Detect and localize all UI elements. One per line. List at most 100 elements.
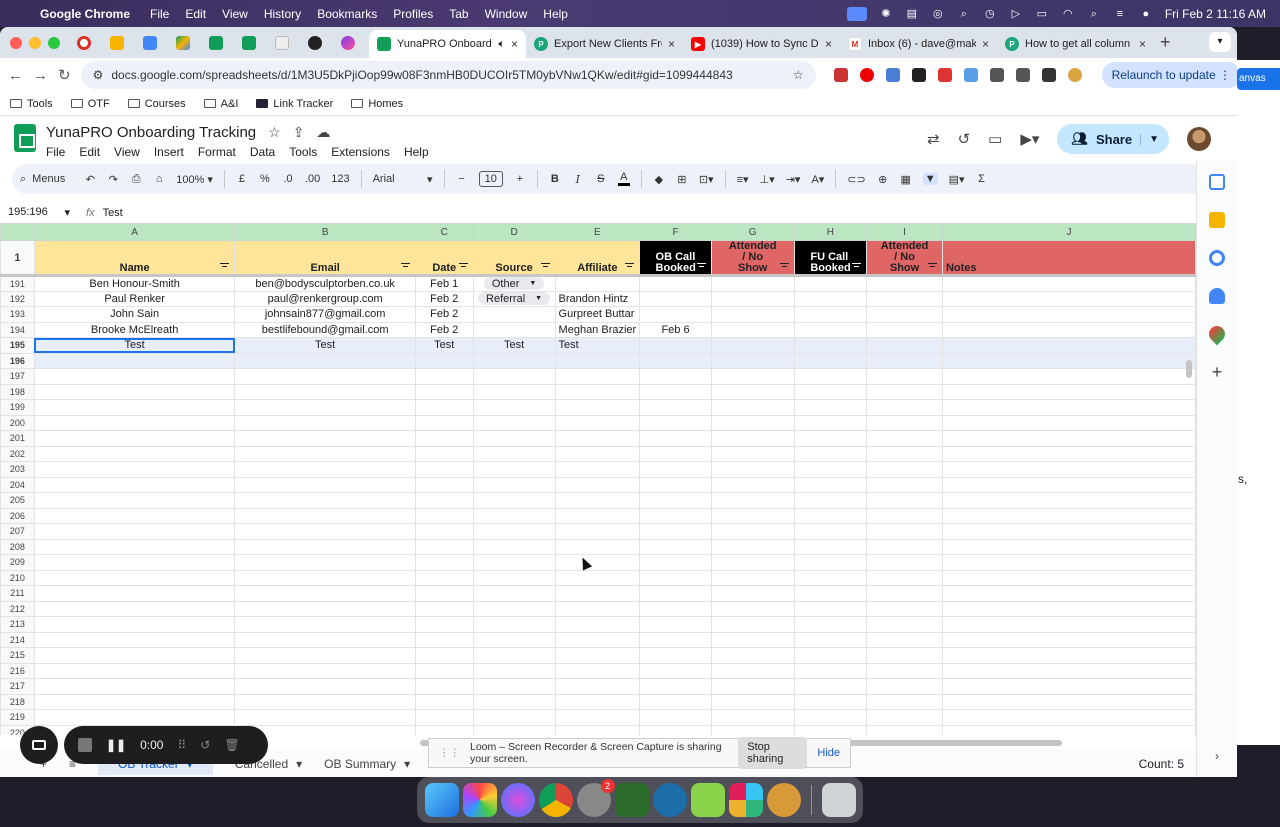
cell-fu-call-booked[interactable] (793, 414, 868, 431)
play-icon[interactable]: ▷ (1009, 8, 1023, 20)
cell-attended-fu[interactable] (866, 461, 943, 478)
pinned-tab-doc[interactable] (270, 31, 294, 55)
cell-ob-call-booked[interactable] (639, 306, 712, 323)
row-header[interactable]: 201 (0, 430, 35, 447)
cell-affiliate[interactable] (554, 414, 641, 431)
cell-attended-fu[interactable] (866, 337, 943, 354)
bold-icon[interactable]: B (549, 173, 561, 185)
selection-count[interactable]: Count: 5 (1139, 757, 1184, 771)
cell-affiliate[interactable] (554, 507, 641, 524)
cell-fu-call-booked[interactable] (793, 569, 868, 586)
cell-date[interactable] (414, 414, 474, 431)
screen-record-icon[interactable] (846, 6, 867, 21)
merge-cells-icon[interactable]: ⊡▾ (699, 173, 714, 186)
cell-affiliate[interactable] (554, 445, 641, 462)
cell-notes[interactable] (941, 321, 1196, 338)
trash-icon[interactable]: 🗑︎ (224, 738, 239, 752)
cell-attended-ob[interactable] (710, 662, 795, 679)
cell-notes[interactable] (941, 585, 1196, 602)
cell-ob-call-booked[interactable] (639, 383, 712, 400)
cell-ob-call-booked[interactable] (639, 662, 712, 679)
menu-tools[interactable]: Tools (289, 145, 317, 159)
row-header[interactable]: 191 (0, 275, 35, 292)
opera-icon[interactable] (859, 68, 874, 82)
cell-fu-call-booked[interactable] (793, 337, 868, 354)
percent-format-button[interactable]: % (259, 173, 271, 185)
cell-email[interactable] (234, 383, 416, 400)
row-header[interactable]: 199 (0, 399, 35, 416)
cell-attended-fu[interactable] (866, 662, 943, 679)
cell-name[interactable]: Ben Honour-Smith (33, 275, 236, 292)
header-fu-call-booked[interactable]: FU Call Booked (793, 240, 868, 277)
chrome-icon[interactable] (538, 783, 573, 817)
chevron-down-icon[interactable]: ▼ (529, 280, 536, 287)
cell-date[interactable] (414, 399, 474, 416)
shazam-icon[interactable]: ◎ (931, 8, 945, 20)
row-header[interactable]: 216 (0, 662, 35, 679)
column-header-c[interactable]: C (414, 223, 474, 241)
pinned-tab-messenger[interactable] (336, 31, 360, 55)
cell-date[interactable]: Feb 1 (414, 275, 474, 292)
row-header[interactable]: 214 (0, 631, 35, 648)
bookmark-star-icon[interactable]: ☆ (793, 68, 804, 82)
cell-affiliate[interactable] (554, 616, 641, 633)
sheet-tab-ob-summary[interactable]: OB Summary ▾ (324, 757, 410, 771)
cell-date[interactable] (414, 538, 474, 555)
cell-ob-call-booked[interactable] (639, 647, 712, 664)
cell-date[interactable] (414, 461, 474, 478)
contacts-icon[interactable] (1209, 288, 1225, 304)
media-icon[interactable] (1015, 68, 1030, 82)
cell-attended-ob[interactable] (710, 476, 795, 493)
finder-icon[interactable] (424, 783, 459, 817)
cell-affiliate[interactable] (554, 430, 641, 447)
tab-column-data[interactable]: P How to get all column da × (997, 30, 1154, 58)
strikethrough-icon[interactable]: S (595, 173, 607, 185)
cell-notes[interactable] (941, 399, 1196, 416)
cell-attended-fu[interactable] (866, 600, 943, 617)
cell-date[interactable] (414, 724, 474, 735)
row-header[interactable]: 202 (0, 445, 35, 462)
row-header[interactable]: 198 (0, 383, 35, 400)
cell-attended-ob[interactable] (710, 724, 795, 735)
bookmark-courses[interactable]: Courses (127, 98, 186, 110)
cell-affiliate[interactable] (554, 600, 641, 617)
formula-input[interactable]: Test (103, 207, 123, 219)
speaker-icon[interactable]: 🔈︎ (498, 38, 505, 51)
app-icon[interactable] (766, 783, 801, 817)
cell-attended-ob[interactable] (710, 337, 795, 354)
cell-ob-call-booked[interactable] (639, 693, 712, 710)
cell-affiliate[interactable] (554, 724, 641, 735)
header-source[interactable]: Source (472, 240, 556, 277)
cell-source[interactable] (472, 662, 556, 679)
cell-email[interactable] (234, 569, 416, 586)
cell-source[interactable] (472, 693, 556, 710)
cell-email[interactable] (234, 414, 416, 431)
row-header[interactable]: 196 (0, 352, 35, 369)
row-header[interactable]: 219 (0, 709, 35, 726)
menubar-edit[interactable]: Edit (177, 7, 214, 21)
cloud-status-icon[interactable]: ☁ (316, 124, 330, 141)
meet-video-icon[interactable]: ▶▾ (1020, 130, 1039, 148)
cell-fu-call-booked[interactable] (793, 492, 868, 509)
cell-attended-ob[interactable] (710, 616, 795, 633)
cell-name[interactable] (33, 461, 236, 478)
cell-attended-ob[interactable] (710, 352, 795, 369)
cell-attended-fu[interactable] (866, 492, 943, 509)
share-chevron-down-icon[interactable]: ▼ (1140, 133, 1159, 145)
relaunch-button[interactable]: Relaunch to update ⋮ (1101, 62, 1237, 88)
cell-notes[interactable] (941, 678, 1196, 695)
cell-email[interactable] (234, 492, 416, 509)
cell-name[interactable] (33, 430, 236, 447)
cell-ob-call-booked[interactable] (639, 476, 712, 493)
cell-source[interactable]: Other ▼ (472, 275, 556, 292)
cell-notes[interactable] (941, 693, 1196, 710)
profile-avatar[interactable] (1067, 68, 1082, 82)
cell-source[interactable] (472, 445, 556, 462)
decrease-decimal-button[interactable]: .0 (282, 173, 294, 185)
filter-views-icon[interactable]: ▤▾ (949, 173, 965, 186)
column-header-j[interactable]: J (941, 223, 1196, 241)
cell-attended-fu[interactable] (866, 569, 943, 586)
cell-attended-ob[interactable] (710, 631, 795, 648)
cell-notes[interactable] (941, 492, 1196, 509)
cell-attended-fu[interactable] (866, 306, 943, 323)
